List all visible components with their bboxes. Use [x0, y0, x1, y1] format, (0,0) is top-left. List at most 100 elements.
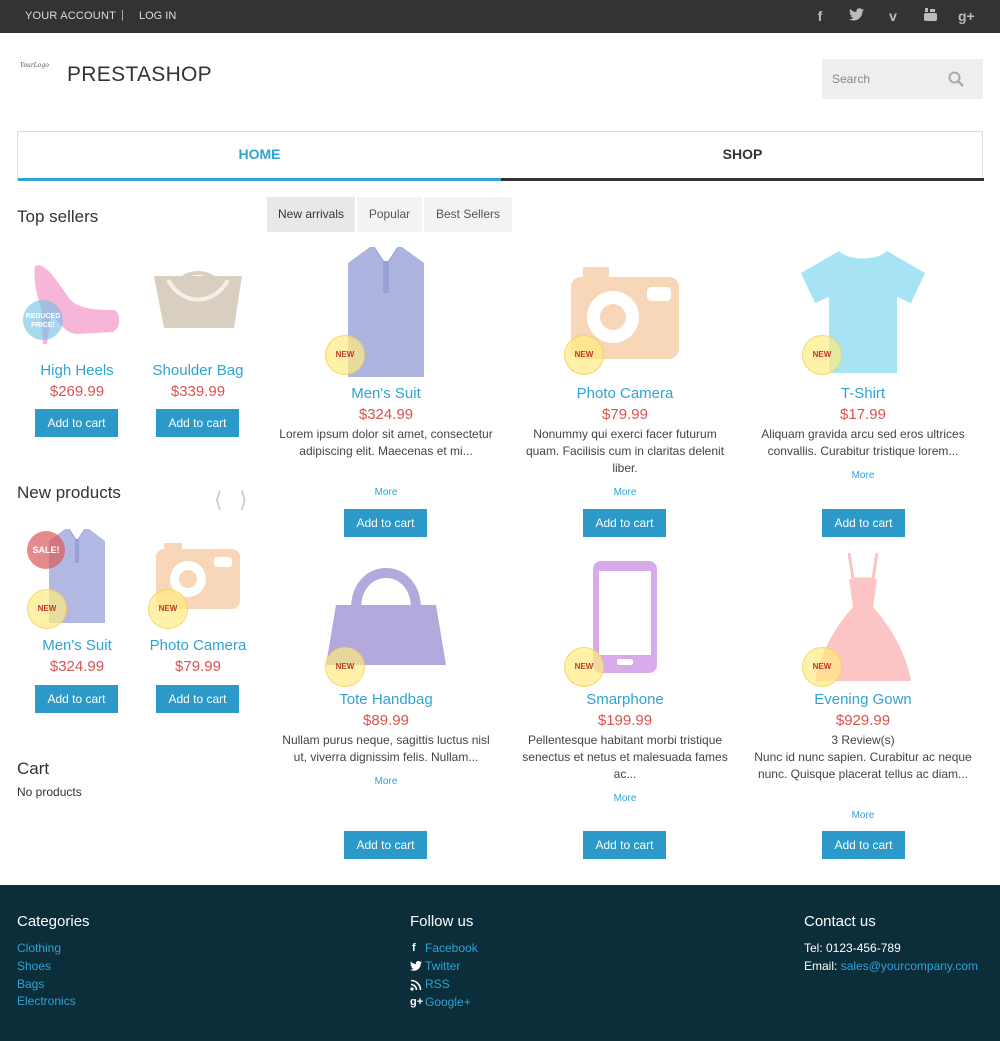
add-to-cart-button[interactable]: Add to cart: [156, 685, 239, 713]
search-box: [822, 59, 983, 99]
product-description: Pellentesque habitant morbi tristique se…: [522, 733, 728, 781]
facebook-icon[interactable]: f: [812, 8, 828, 24]
product-name[interactable]: Shoulder Bag: [138, 362, 258, 379]
new-badge: NEW: [148, 589, 188, 629]
tab-new-arrivals[interactable]: New arrivals: [267, 197, 355, 232]
footer: Categories Clothing Shoes Bags Electroni…: [0, 885, 1000, 1041]
product-description: Nullam purus neque, sagittis luctus nisl…: [282, 733, 490, 764]
footer-link-clothing[interactable]: Clothing: [17, 941, 61, 955]
new-badge: NEW: [564, 335, 604, 375]
google-plus-icon[interactable]: g+: [958, 8, 975, 24]
product-name[interactable]: Tote Handbag: [276, 691, 496, 708]
new-badge: NEW: [27, 589, 67, 629]
top-sellers-heading: Top sellers: [17, 207, 99, 226]
footer-link-bags[interactable]: Bags: [17, 977, 44, 991]
nav-tab-home[interactable]: HOME: [18, 132, 501, 181]
footer-link-google-plus[interactable]: Google+: [425, 995, 471, 1009]
product-name[interactable]: Photo Camera: [138, 637, 258, 654]
log-in-link[interactable]: LOG IN: [139, 10, 176, 22]
search-input[interactable]: [822, 59, 942, 99]
twitter-icon[interactable]: [848, 8, 864, 24]
cart-heading: Cart: [17, 759, 50, 778]
facebook-icon: f: [412, 942, 416, 954]
product-price: $199.99: [597, 712, 653, 729]
add-to-cart-button[interactable]: Add to cart: [156, 409, 239, 437]
footer-link-facebook[interactable]: Facebook: [425, 941, 478, 955]
add-to-cart-button[interactable]: Add to cart: [35, 409, 118, 437]
reduced-price-badge: REDUCED PRICE!: [23, 300, 63, 340]
product-price: $79.99: [602, 406, 648, 423]
vimeo-icon[interactable]: v: [885, 8, 901, 24]
more-link[interactable]: More: [515, 793, 735, 804]
footer-link-rss[interactable]: RSS: [425, 977, 450, 991]
your-logo[interactable]: YourLogo: [20, 62, 54, 74]
more-link[interactable]: More: [515, 487, 735, 498]
footer-categories-heading: Categories: [17, 913, 90, 930]
nav-tab-shop[interactable]: SHOP: [501, 132, 984, 181]
google-plus-icon: g+: [410, 996, 424, 1008]
tab-best-sellers[interactable]: Best Sellers: [424, 197, 512, 232]
new-products-heading: New products: [17, 483, 121, 502]
footer-email-link[interactable]: sales@yourcompany.com: [841, 959, 978, 973]
footer-follow-heading: Follow us: [410, 913, 474, 930]
product-price: $339.99: [170, 383, 226, 400]
previous-arrow-icon[interactable]: ⟨: [214, 487, 223, 513]
new-badge: NEW: [325, 335, 365, 375]
new-badge: NEW: [802, 647, 842, 687]
product-description: Nonummy qui exerci facer futurum quam. F…: [525, 427, 725, 475]
topbar-separator: |: [121, 9, 124, 21]
product-reviews: 3 Review(s): [831, 733, 895, 747]
product-price: $929.99: [835, 712, 891, 729]
product-description: Nunc id nunc sapien. Curabitur ac neque …: [754, 750, 972, 781]
next-arrow-icon[interactable]: ⟩: [239, 487, 248, 513]
product-name[interactable]: Smarphone: [515, 691, 735, 708]
product-name[interactable]: High Heels: [17, 362, 137, 379]
product-card: NEW Tote Handbag $89.99 Nullam purus neq…: [276, 549, 496, 839]
more-link[interactable]: More: [753, 470, 973, 481]
more-link[interactable]: More: [276, 776, 496, 787]
product-price: $324.99: [358, 406, 414, 423]
product-name[interactable]: T-Shirt: [753, 385, 973, 402]
product-card: NEW T-Shirt $17.99 Aliquam gravida arcu …: [753, 243, 973, 513]
add-to-cart-button[interactable]: Add to cart: [822, 831, 905, 859]
product-price: $79.99: [175, 658, 221, 675]
youtube-icon[interactable]: [922, 8, 938, 24]
new-badge: NEW: [802, 335, 842, 375]
add-to-cart-button[interactable]: Add to cart: [344, 509, 427, 537]
footer-email-label: Email:: [804, 959, 841, 973]
cart-empty-text: No products: [17, 785, 82, 799]
product-price: $17.99: [840, 406, 886, 423]
product-name[interactable]: Men's Suit: [17, 637, 137, 654]
add-to-cart-button[interactable]: Add to cart: [583, 831, 666, 859]
add-to-cart-button[interactable]: Add to cart: [35, 685, 118, 713]
more-link[interactable]: More: [753, 810, 973, 821]
twitter-icon: [410, 961, 422, 973]
footer-link-twitter[interactable]: Twitter: [425, 959, 460, 973]
tab-popular[interactable]: Popular: [357, 197, 422, 232]
main-navigation: HOME SHOP: [17, 131, 984, 181]
more-link[interactable]: More: [276, 487, 496, 498]
product-card: NEW Photo Camera $79.99 Nonummy qui exer…: [515, 243, 735, 513]
new-badge: NEW: [564, 647, 604, 687]
add-to-cart-button[interactable]: Add to cart: [344, 831, 427, 859]
product-card: NEW Evening Gown $929.99 3 Review(s) Nun…: [753, 549, 973, 839]
add-to-cart-button[interactable]: Add to cart: [822, 509, 905, 537]
product-description: Lorem ipsum dolor sit amet, consectetur …: [279, 427, 493, 458]
footer-link-electronics[interactable]: Electronics: [17, 994, 76, 1008]
search-icon[interactable]: [948, 71, 964, 87]
top-bar: YOUR ACCOUNT | LOG IN f v g+: [0, 0, 1000, 33]
product-price: $324.99: [49, 658, 105, 675]
footer-link-shoes[interactable]: Shoes: [17, 959, 51, 973]
shoulder-bag-image[interactable]: [138, 258, 258, 358]
footer-contact-heading: Contact us: [804, 913, 876, 930]
product-price: $269.99: [49, 383, 105, 400]
shop-brand-title: PRESTASHOP: [67, 63, 212, 86]
product-price: $89.99: [363, 712, 409, 729]
sale-badge: SALE!: [27, 531, 65, 569]
product-name[interactable]: Photo Camera: [515, 385, 735, 402]
rss-icon: [410, 979, 422, 991]
your-account-link[interactable]: YOUR ACCOUNT: [25, 10, 116, 22]
product-name[interactable]: Men's Suit: [276, 385, 496, 402]
add-to-cart-button[interactable]: Add to cart: [583, 509, 666, 537]
product-name[interactable]: Evening Gown: [753, 691, 973, 708]
